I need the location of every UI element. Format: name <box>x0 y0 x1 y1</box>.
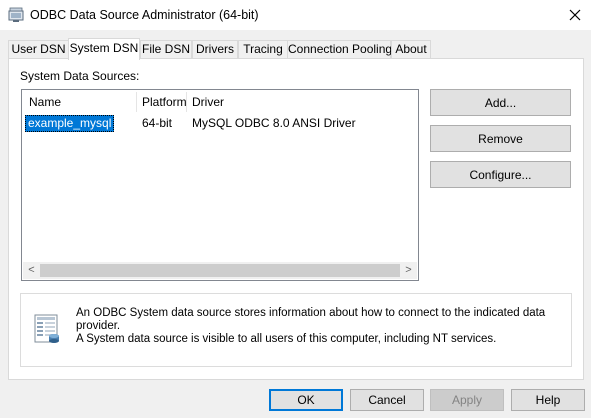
tab-tracing[interactable]: Tracing <box>238 40 288 58</box>
row-name-selected[interactable]: example_mysql <box>25 115 115 132</box>
column-header-platform[interactable]: Platform <box>142 92 187 112</box>
info-line-2: A System data source is visible to all u… <box>76 333 497 345</box>
scrollbar-thumb[interactable] <box>40 264 400 277</box>
data-sources-list[interactable]: Name Platform Driver example_mysql 64-bi… <box>21 89 419 281</box>
info-line-1: An ODBC System data source stores inform… <box>76 307 546 332</box>
help-button[interactable]: Help <box>511 389 585 411</box>
scroll-left-icon[interactable]: < <box>23 262 40 279</box>
column-separator[interactable] <box>186 92 187 112</box>
tab-drivers[interactable]: Drivers <box>192 40 238 58</box>
tab-strip: User DSN System DSN File DSN Drivers Tra… <box>8 38 588 60</box>
apply-button: Apply <box>430 389 504 411</box>
tab-system-dsn[interactable]: System DSN <box>68 38 140 60</box>
tab-user-dsn[interactable]: User DSN <box>8 40 69 58</box>
horizontal-scrollbar[interactable]: < > <box>23 262 417 279</box>
column-header-name[interactable]: Name <box>29 92 61 112</box>
info-description: An ODBC System data source stores inform… <box>76 307 566 346</box>
tab-file-dsn[interactable]: File DSN <box>140 40 192 58</box>
cancel-button[interactable]: Cancel <box>350 389 424 411</box>
remove-button[interactable]: Remove <box>430 125 571 152</box>
title-bar: ODBC Data Source Administrator (64-bit) <box>0 0 591 30</box>
row-driver[interactable]: MySQL ODBC 8.0 ANSI Driver <box>192 115 356 132</box>
tab-about[interactable]: About <box>391 40 431 58</box>
add-button[interactable]: Add... <box>430 89 571 116</box>
column-header-driver[interactable]: Driver <box>192 92 224 112</box>
close-icon[interactable] <box>567 7 583 23</box>
odbc-admin-icon <box>8 7 24 22</box>
configure-button[interactable]: Configure... <box>430 161 571 188</box>
system-data-sources-label: System Data Sources: <box>20 69 140 83</box>
window-title: ODBC Data Source Administrator (64-bit) <box>30 8 259 22</box>
info-box: An ODBC System data source stores inform… <box>20 293 572 367</box>
data-source-info-icon <box>34 314 59 343</box>
tab-connection-pooling[interactable]: Connection Pooling <box>287 40 392 58</box>
odbc-admin-window: ODBC Data Source Administrator (64-bit) … <box>0 0 591 418</box>
column-separator[interactable] <box>136 92 137 112</box>
ok-button[interactable]: OK <box>269 389 343 411</box>
row-platform[interactable]: 64-bit <box>142 115 172 132</box>
scroll-right-icon[interactable]: > <box>400 262 417 279</box>
